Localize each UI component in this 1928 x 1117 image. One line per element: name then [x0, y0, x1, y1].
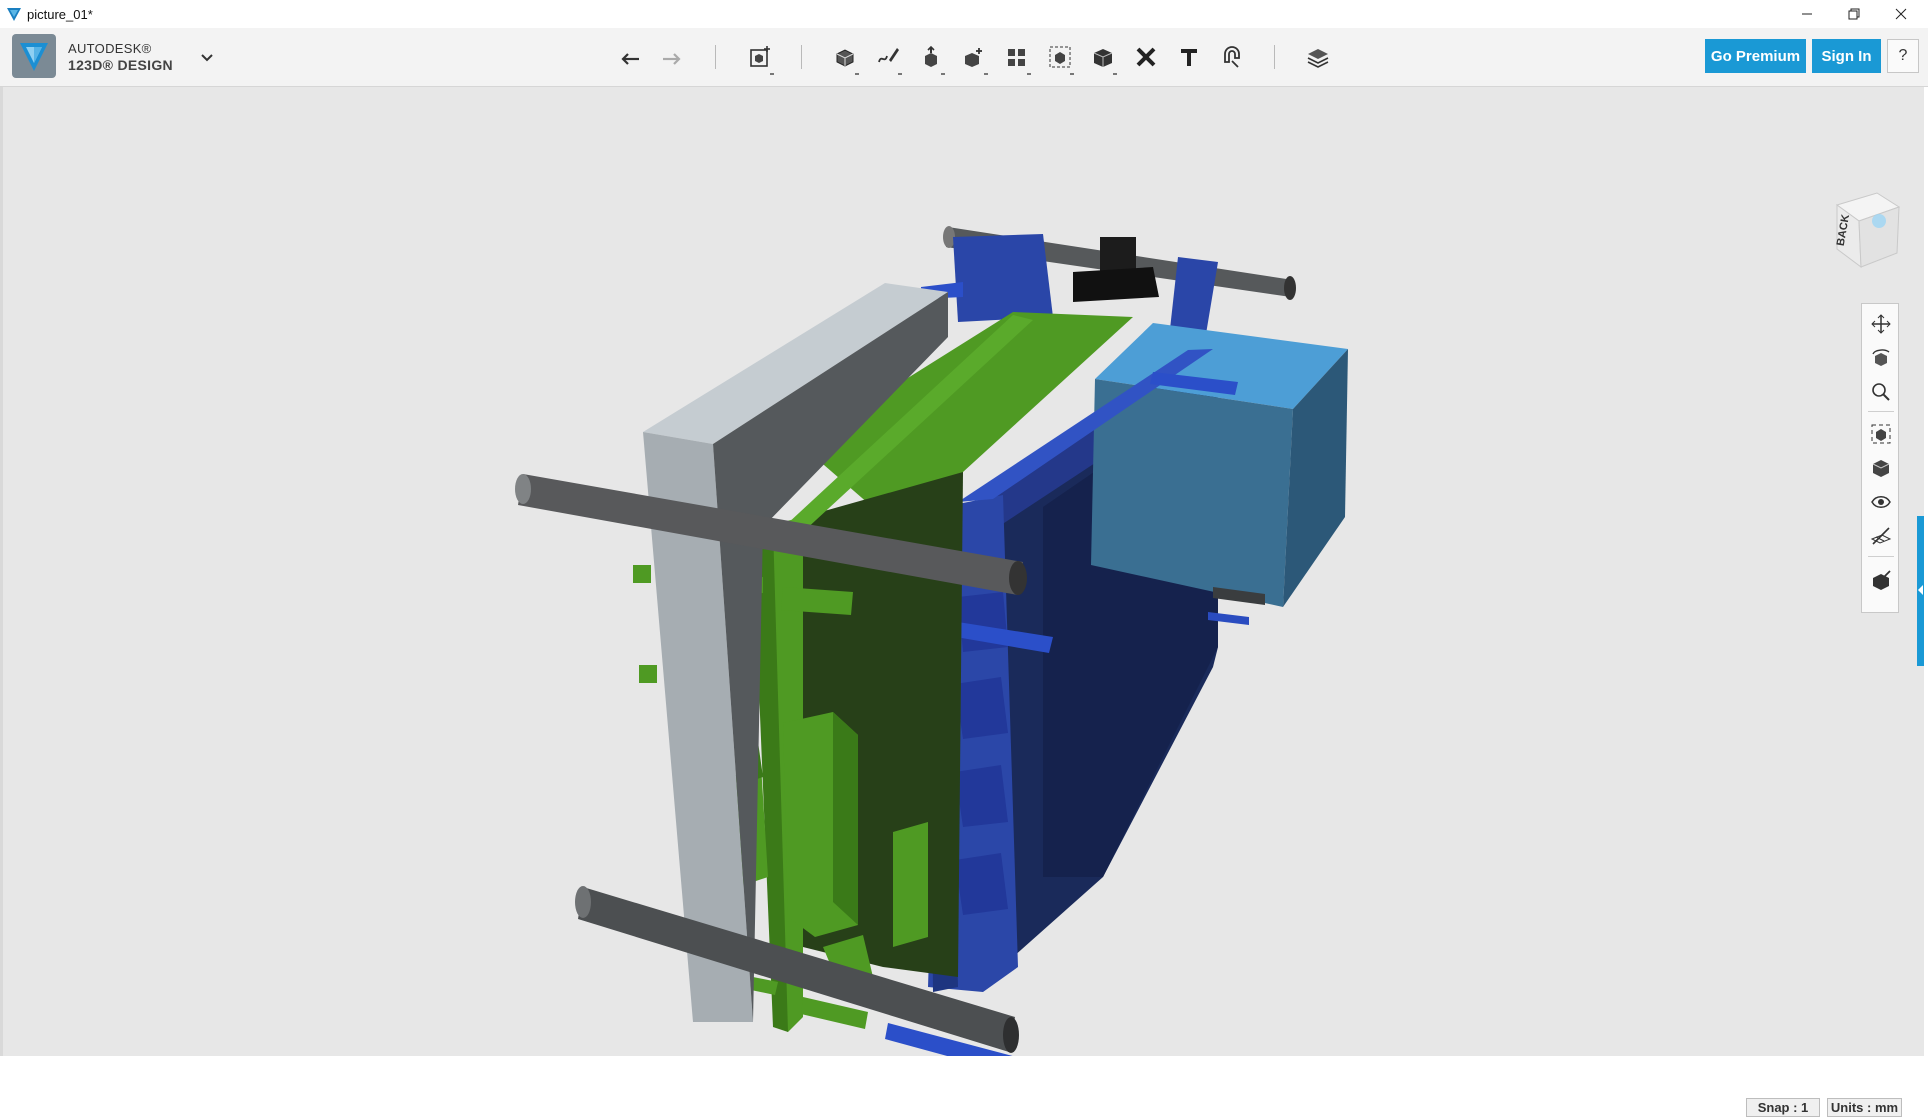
construct-button[interactable]	[915, 42, 947, 75]
sign-in-button[interactable]: Sign In	[1812, 39, 1881, 73]
dropdown-marker	[1027, 73, 1031, 75]
view-mode-button[interactable]	[1867, 454, 1895, 482]
view-cube[interactable]: BACK	[1829, 191, 1903, 269]
help-button[interactable]: ?	[1887, 39, 1919, 73]
dropdown-marker	[898, 73, 902, 75]
undo-button[interactable]	[614, 42, 646, 72]
window-title: picture_01*	[27, 7, 93, 22]
material-cube-icon	[1873, 570, 1891, 590]
dropdown-marker	[941, 73, 945, 75]
primitives-icon	[836, 49, 854, 67]
layers-icon	[1307, 49, 1329, 68]
primitives-button[interactable]	[829, 42, 861, 75]
units-status[interactable]: Units : mm	[1827, 1098, 1902, 1117]
close-button[interactable]	[1878, 0, 1924, 28]
restore-button[interactable]	[1831, 0, 1877, 28]
snap-button[interactable]	[1216, 42, 1248, 72]
dropdown-marker	[1070, 73, 1074, 75]
eye-icon	[1871, 496, 1891, 508]
brand-line-2: 123D® DESIGN	[68, 57, 173, 73]
dropdown-marker	[1113, 73, 1117, 75]
combine-cube-icon	[1093, 49, 1113, 67]
materials-button[interactable]	[1302, 42, 1334, 72]
redo-arrow-icon	[663, 53, 681, 65]
brand-line-1: AUTODESK®	[68, 41, 152, 56]
undo-arrow-icon	[621, 53, 639, 65]
pattern-button[interactable]	[1001, 42, 1033, 75]
transform-box-icon	[750, 46, 770, 67]
snap-magnet-icon	[1224, 46, 1240, 68]
navbar-separator	[1868, 411, 1894, 412]
sketch-button[interactable]	[872, 42, 904, 75]
dropdown-marker	[770, 73, 774, 75]
delete-x-icon	[1136, 47, 1156, 67]
dropdown-marker	[984, 73, 988, 75]
fit-view-icon	[1871, 424, 1891, 444]
orbit-icon	[1872, 349, 1890, 366]
brand-name: AUTODESK® 123D® DESIGN	[68, 41, 173, 73]
toolbar-separator	[715, 45, 716, 69]
chevron-down-icon[interactable]	[198, 50, 216, 64]
close-icon	[1895, 8, 1907, 20]
snap-status[interactable]: Snap : 1	[1746, 1098, 1820, 1117]
sprue-block	[1073, 237, 1159, 302]
grid-toggle-button[interactable]	[1867, 522, 1895, 550]
materials-view-button[interactable]	[1867, 566, 1895, 594]
title-bar: picture_01*	[0, 0, 1928, 28]
restore-icon	[1848, 8, 1860, 20]
toolbar-separator	[801, 45, 802, 69]
text-t-icon	[1181, 49, 1197, 66]
pan-arrows-icon	[1871, 314, 1891, 334]
autodesk-v-icon	[7, 8, 21, 21]
3d-viewport[interactable]: BACK Snap : 1 Units : mm	[0, 87, 1924, 1117]
visibility-button[interactable]	[1867, 488, 1895, 516]
construct-icon	[925, 45, 937, 67]
orbit-button[interactable]	[1867, 344, 1895, 372]
go-premium-button[interactable]: Go Premium	[1705, 39, 1806, 73]
minimize-button[interactable]	[1784, 0, 1830, 28]
grouping-button[interactable]	[1044, 42, 1076, 75]
zoom-button[interactable]	[1867, 378, 1895, 406]
zoom-magnifier-icon	[1872, 383, 1890, 401]
chevron-left-icon	[1918, 585, 1923, 595]
navbar-separator	[1868, 556, 1894, 557]
shaded-cube-icon	[1872, 460, 1890, 477]
main-toolbar: AUTODESK® 123D® DESIGN Go Premium Sign I…	[0, 28, 1928, 87]
pan-button[interactable]	[1867, 310, 1895, 338]
toolbar-separator	[1274, 45, 1275, 69]
grid-toggle-icon	[1870, 527, 1892, 545]
minimize-icon	[1802, 13, 1812, 15]
light-blue-block	[1091, 323, 1348, 607]
modify-button[interactable]	[958, 42, 990, 75]
combine-button[interactable]	[1087, 42, 1119, 75]
pattern-grid-icon	[1008, 49, 1025, 66]
transform-button[interactable]	[744, 42, 776, 75]
3d-model[interactable]	[3, 87, 1924, 1056]
delete-button[interactable]	[1130, 42, 1162, 72]
dropdown-marker	[855, 73, 859, 75]
sketch-pen-icon	[878, 48, 899, 63]
fit-view-button[interactable]	[1867, 420, 1895, 448]
group-icon	[1049, 46, 1071, 68]
modify-icon	[965, 48, 982, 67]
redo-button[interactable]	[656, 42, 688, 72]
text-button[interactable]	[1173, 42, 1205, 72]
navigation-bar	[1861, 303, 1899, 613]
autodesk-logo-icon[interactable]	[12, 34, 56, 78]
